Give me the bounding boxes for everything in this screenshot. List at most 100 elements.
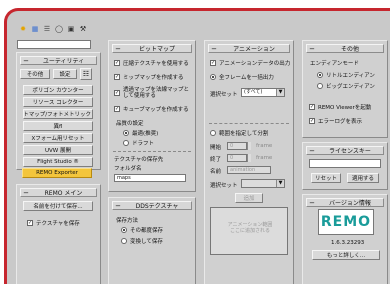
other-button[interactable]: その他 (20, 69, 50, 79)
dds-header[interactable]: − DDSテクスチャ (112, 201, 192, 210)
version-header[interactable]: − バージョン情報 (306, 198, 384, 207)
uvw-unwrap-button[interactable]: UVW 展開 (23, 145, 93, 155)
license-reset-button[interactable]: リセット (311, 173, 341, 183)
collapse-icon: − (309, 146, 315, 155)
animation-rollout: − アニメーション ✓ アニメーションデータの出力 全フレームを一括出力 選択セッ… (204, 40, 294, 284)
remo-logo: REMO (318, 209, 374, 235)
animation-name-input[interactable]: animation (227, 166, 271, 174)
reset-xform-button[interactable]: Xフォーム用リセット (23, 133, 93, 143)
radio-icon (210, 130, 216, 136)
chevron-down-icon: ▼ (276, 89, 284, 96)
folder-name-input[interactable]: maps (114, 174, 186, 182)
select-set2-dropdown[interactable]: ▼ (241, 179, 285, 188)
endian-label: エンディアンモード (310, 61, 359, 67)
select-set-value: (すべて) (244, 89, 263, 95)
license-apply-button[interactable]: 適用する (347, 173, 379, 183)
collapse-icon: − (309, 44, 315, 53)
start-spinner[interactable] (247, 142, 251, 150)
add-button[interactable]: 追加 (235, 193, 263, 203)
error-log-checkbox[interactable]: ✓ エラーログを表示 (309, 117, 362, 125)
version-rollout: − バージョン情報 (302, 194, 388, 284)
measure-button[interactable]: 異fl (23, 121, 93, 131)
quality-best-radio[interactable]: 最適(推奨) (123, 129, 158, 137)
little-endian-radio[interactable]: リトルエンディアン (317, 71, 375, 79)
remo-main-rollout: − REMO メイン 名前を付けて保存... ✓ テクスチャを保存 (16, 184, 101, 284)
list-icon[interactable]: ☷ (80, 68, 92, 80)
bitmap-title: ビットマップ (138, 46, 175, 53)
compressed-texture-label: 圧縮テクスチャを使用する (123, 61, 189, 67)
other-header[interactable]: − その他 (306, 44, 384, 53)
license-header[interactable]: − ライセンスキー (306, 146, 384, 155)
remo-main-header[interactable]: − REMO メイン (20, 188, 97, 197)
flight-studio-button[interactable]: Flight Studio ® (23, 157, 93, 167)
save-method-label: 保存方法 (116, 218, 139, 224)
end-label: 終了 (210, 157, 222, 163)
quality-draft-radio[interactable]: ドラフト (123, 139, 154, 147)
compressed-texture-checkbox[interactable]: ✓ 圧縮テクスチャを使用する (114, 59, 189, 67)
all-frames-radio[interactable]: 全フレームを一括出力 (210, 73, 274, 81)
settings-button[interactable]: 設定 (53, 69, 77, 79)
save-as-button[interactable]: 名前を付けて保存... (23, 201, 93, 211)
error-log-label: エラーログを表示 (318, 119, 363, 125)
collapse-icon: − (309, 198, 315, 207)
stack-icon[interactable]: ☰ (42, 24, 52, 34)
cubemap-checkbox[interactable]: ✓ キューブマップを作成する (114, 105, 189, 113)
folder-name-label: フォルダ名 (114, 166, 142, 172)
end-spinner[interactable] (247, 154, 251, 162)
collapse-icon: − (211, 44, 217, 53)
collapse-icon: − (115, 201, 121, 210)
circle-icon[interactable]: ◯ (54, 24, 64, 34)
hammer-icon[interactable]: ⚒ (78, 24, 88, 34)
save-each-radio[interactable]: その都度保存 (121, 226, 163, 234)
dds-rollout: − DDSテクスチャ 保存方法 その都度保存 変換して保存 (108, 197, 196, 284)
bitmap-header[interactable]: − ビットマップ (112, 44, 192, 53)
resource-collector-button[interactable]: リソース コレクター (23, 97, 93, 107)
checkbox-checked-icon: ✓ (210, 60, 216, 66)
alpha-normal-checkbox[interactable]: ✓ 透過マップを法線マップとして使用する (114, 87, 189, 99)
range-split-radio[interactable]: 範囲を指定して分割 (210, 129, 268, 137)
command-panel-name-field[interactable] (17, 40, 91, 49)
bitmap-path-button[interactable]: ビットマップ/フォトメトリック パス (23, 109, 93, 119)
checkbox-checked-icon: ✓ (309, 104, 315, 110)
convert-save-radio[interactable]: 変換して保存 (121, 237, 163, 245)
select-set2-label: 選択セット (210, 183, 238, 189)
radio-icon (123, 140, 129, 146)
radio-selected-icon (317, 72, 323, 78)
license-title: ライセンスキー (329, 148, 371, 155)
animation-range-list[interactable]: アニメーション範囲 ここに追加される (210, 207, 288, 255)
dds-title: DDSテクスチャ (135, 203, 179, 210)
separator (209, 123, 289, 124)
remo-viewer-checkbox[interactable]: ✓ REMO Viewerを起動 (309, 103, 371, 111)
start-frame-input[interactable]: 0 (227, 142, 247, 150)
checkbox-checked-icon: ✓ (309, 118, 315, 124)
polygon-counter-button[interactable]: ポリゴン カウンター (23, 85, 93, 95)
texture-save-label: テクスチャを保存 (36, 221, 80, 227)
more-info-button[interactable]: もっと詳しく... (312, 250, 380, 260)
window-icon[interactable]: ▣ (66, 24, 76, 34)
export-animation-checkbox[interactable]: ✓ アニメーションデータの出力 (210, 59, 290, 67)
remo-viewer-label: REMO Viewerを起動 (318, 105, 372, 111)
license-rollout: − ライセンスキー リセット 適用する (302, 142, 388, 190)
utility-rollout: − ユーティリティ その他 設定 ☷ ポリゴン カウンター リソース コレクター… (16, 52, 101, 170)
texture-save-checkbox[interactable]: ✓ テクスチャを保存 (27, 219, 80, 227)
animation-header[interactable]: − アニメーション (208, 44, 290, 53)
mipmap-checkbox[interactable]: ✓ ミップマップを作成する (114, 73, 184, 81)
quality-best-label: 最適(推奨) (132, 131, 159, 137)
start-unit: frame (256, 143, 273, 149)
checkbox-checked-icon: ✓ (114, 106, 120, 112)
radio-icon (317, 83, 323, 89)
checkbox-checked-icon: ✓ (114, 90, 120, 96)
checkbox-checked-icon: ✓ (114, 74, 120, 80)
export-animation-label: アニメーションデータの出力 (219, 61, 291, 67)
start-label: 開始 (210, 145, 222, 151)
remo-exporter-button[interactable]: REMO Exporter (22, 168, 92, 178)
end-frame-input[interactable]: 0 (227, 154, 247, 162)
big-endian-radio[interactable]: ビッグエンディアン (317, 82, 375, 90)
utility-rollout-header[interactable]: − ユーティリティ (20, 56, 97, 65)
image-icon[interactable]: ▦ (30, 24, 40, 34)
sun-icon[interactable]: ✹ (18, 24, 28, 34)
big-endian-label: ビッグエンディアン (326, 84, 375, 90)
select-set-dropdown[interactable]: (すべて) ▼ (241, 88, 285, 97)
license-key-input[interactable] (309, 159, 381, 168)
other-rollout: − その他 エンディアンモード リトルエンディアン ビッグエンディアン ✓ REM… (302, 40, 388, 138)
